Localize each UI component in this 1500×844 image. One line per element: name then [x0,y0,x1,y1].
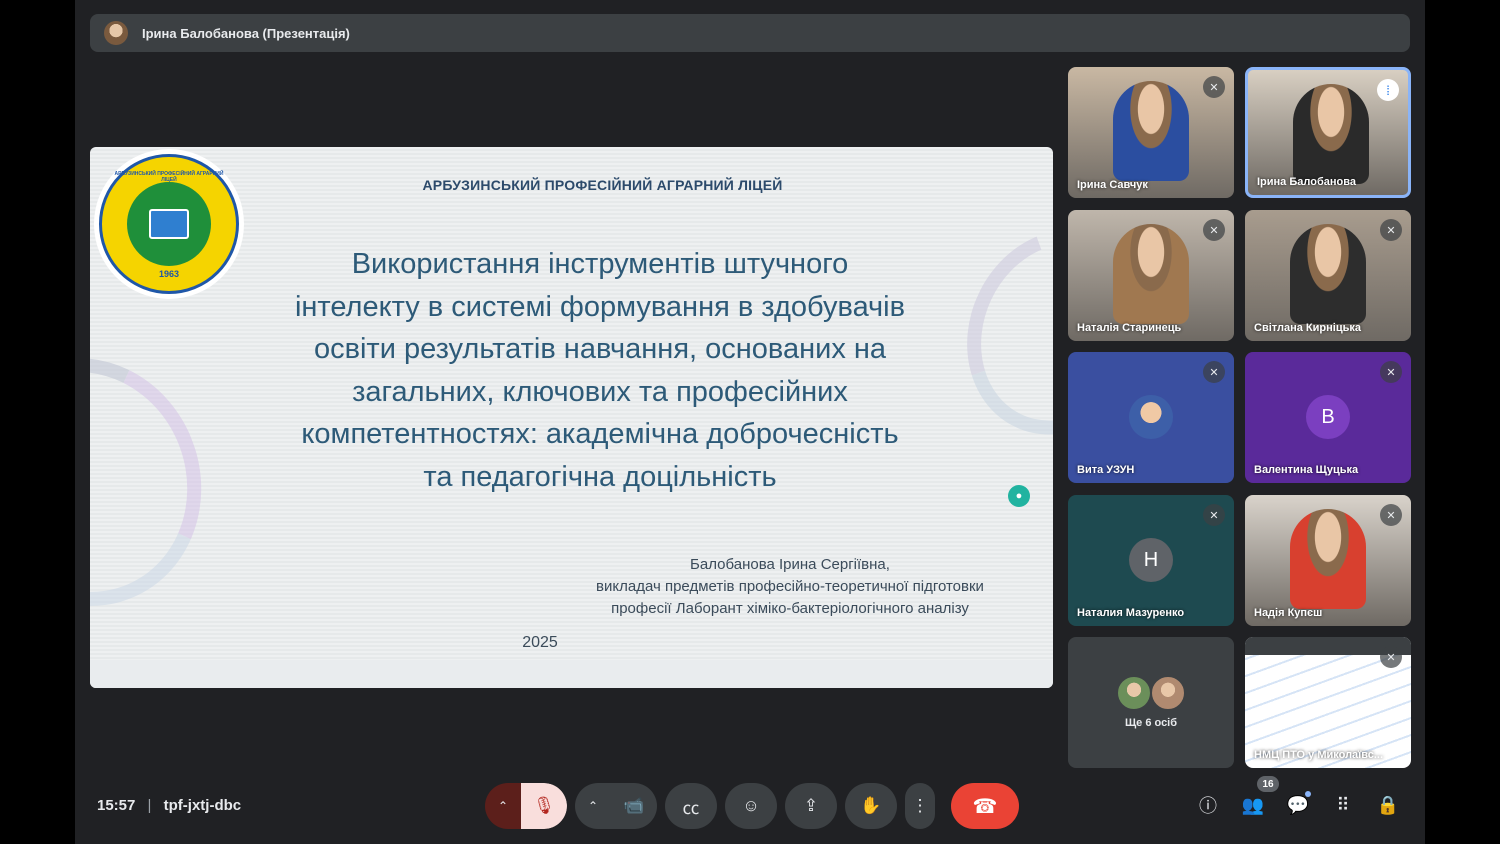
meeting-time: 15:57 [97,797,136,814]
decorative-bubble-left [90,325,236,639]
end-call-button[interactable]: ☎ [951,783,1019,829]
participant-video [1290,509,1366,609]
separator: | [147,797,152,814]
speaking-indicator-icon: ⁞ [1377,79,1399,101]
slide-year: 2025 [522,634,558,651]
more-participants-label: Ще 6 осіб [1124,717,1178,729]
participant-name: Надія Купєш [1254,607,1323,619]
activities-icon[interactable]: ⠿ [1332,790,1354,820]
mic-muted-icon: ✕ [1203,504,1225,526]
author-line: професії Лаборант хіміко-бактеріологічно… [611,600,969,617]
present-screen-button[interactable]: ⇪ [785,783,837,829]
participant-video [1113,81,1189,181]
book-icon [149,209,189,239]
participant-name: Валентина Щуцька [1254,464,1359,476]
participant-tile[interactable]: ⁞ Ірина Балобанова [1245,67,1411,198]
mic-muted-icon: ✕ [1203,76,1225,98]
participant-name: Ірина Балобанова [1257,176,1356,188]
slide-footer [90,660,1053,688]
mic-muted-icon: ✕ [1203,361,1225,383]
participant-name: НМЦ ПТО у Миколаївс... [1254,749,1384,761]
meeting-info: 15:57 | tpf-jxtj-dbc [97,797,241,814]
camera-options-chevron-icon[interactable]: ⌃ [575,783,611,829]
mic-control: ⌃ 🎙 [485,783,567,829]
mic-muted-icon: ✕ [1380,219,1402,241]
decorative-bubble-right [934,198,1053,466]
slide-title: Використання інструментів штучного інтел… [250,243,950,498]
slide-title-line: та педагогічна доцільність [423,460,777,493]
participant-tile[interactable]: ✕ Вита УЗУН [1068,352,1234,483]
slide-title-line: Використання інструментів штучного [351,248,849,280]
participant-tile[interactable]: Н ✕ Наталия Мазуренко [1068,495,1234,626]
participant-name: Світлана Кирніцька [1254,322,1361,334]
slide-title-line: компетентностях: академічна доброчесніст… [301,418,899,450]
participant-avatar: Н [1129,538,1173,582]
slide-title-line: загальних, ключових та професійних [352,375,848,408]
presenter-avatar [104,21,128,45]
participant-tile[interactable]: ✕ НМЦ ПТО у Миколаївс... [1245,637,1411,768]
slide-badge-icon: ● [1008,485,1030,507]
author-line: викладач предметів професійно-теоретично… [596,578,984,595]
participant-name: Наталия Мазуренко [1077,607,1185,619]
participant-avatar [1129,395,1173,439]
participant-name: Вита УЗУН [1077,464,1135,476]
school-logo: АРБУЗИНСЬКИЙ ПРОФЕСІЙНИЙ АГРАРНИЙ ЛІЦЕЙ … [94,149,244,299]
participant-name: Ірина Савчук [1077,179,1148,191]
presenter-name: Ірина Балобанова (Презентація) [142,25,350,41]
participant-video [1113,224,1189,324]
participant-avatar [1116,675,1152,711]
participant-tile[interactable]: ✕ Наталія Старинець [1068,210,1234,341]
author-line: Балобанова Ірина Сергіївна, [690,556,890,573]
camera-control: ⌃ 📹 [575,783,657,829]
slide-school-name: АРБУЗИНСЬКИЙ ПРОФЕСІЙНИЙ АГРАРНИЙ ЛІЦЕЙ [422,177,783,193]
participant-video [1293,84,1369,184]
slide-title-line: інтелекту в системі формування в здобува… [294,290,906,323]
mic-options-chevron-icon[interactable]: ⌃ [485,783,521,829]
presentation-slide: АРБУЗИНСЬКИЙ ПРОФЕСІЙНИЙ АГРАРНИЙ ЛІЦЕЙ … [90,147,1053,688]
participant-avatar: В [1306,395,1350,439]
call-controls: ⌃ 🎙 ⌃ 📹 ㏄ ☺ ⇪ ✋ ⋮ ☎ [485,783,1019,829]
participant-tile[interactable]: Ще 6 осіб [1068,637,1234,768]
participant-avatar [1150,675,1186,711]
people-icon[interactable]: 👥 [1242,790,1264,820]
mic-toggle-button[interactable]: 🎙 [521,783,567,829]
host-controls-icon[interactable]: 🔒 [1377,790,1399,820]
participant-tile[interactable]: ✕ Надія Купєш [1245,495,1411,626]
camera-toggle-button[interactable]: 📹 [611,783,657,829]
raise-hand-button[interactable]: ✋ [845,783,897,829]
captions-button[interactable]: ㏄ [665,783,717,829]
participant-name: Наталія Старинець [1077,322,1182,334]
emoji-reaction-button[interactable]: ☺ [725,783,777,829]
more-options-button[interactable]: ⋮ [905,783,935,829]
slide-title-line: освіти результатів навчання, основаних н… [313,333,887,365]
chat-icon[interactable]: 💬 [1286,790,1311,820]
mic-muted-icon: ✕ [1203,219,1225,241]
participant-video [1290,224,1366,324]
participant-tile[interactable]: В ✕ Валентина Щуцька [1245,352,1411,483]
more-participants-avatars [1116,675,1186,711]
slide-author: Балобанова Ірина Сергіївна, викладач пре… [550,554,1030,620]
chat-glyph: 💬 [1286,794,1310,815]
presenter-bar: Ірина Балобанова (Презентація) [90,14,1410,52]
mic-muted-icon: ✕ [1380,361,1402,383]
mic-muted-icon: ✕ [1380,646,1402,668]
participant-tile[interactable]: ✕ Світлана Кирніцька [1245,210,1411,341]
mic-muted-icon: ✕ [1380,504,1402,526]
logo-year: 1963 [158,269,180,279]
chat-unread-dot [1305,791,1311,797]
participant-tile[interactable]: ✕ Ірина Савчук [1068,67,1234,198]
meeting-stage: Ірина Балобанова (Презентація) АРБУЗИНСЬ… [75,0,1425,844]
meeting-code: tpf-jxtj-dbc [163,797,242,814]
meeting-details-icon[interactable]: ⓘ [1197,790,1219,820]
right-toolbar: ⓘ 👥 💬 ⠿ 🔒 [1197,790,1399,820]
